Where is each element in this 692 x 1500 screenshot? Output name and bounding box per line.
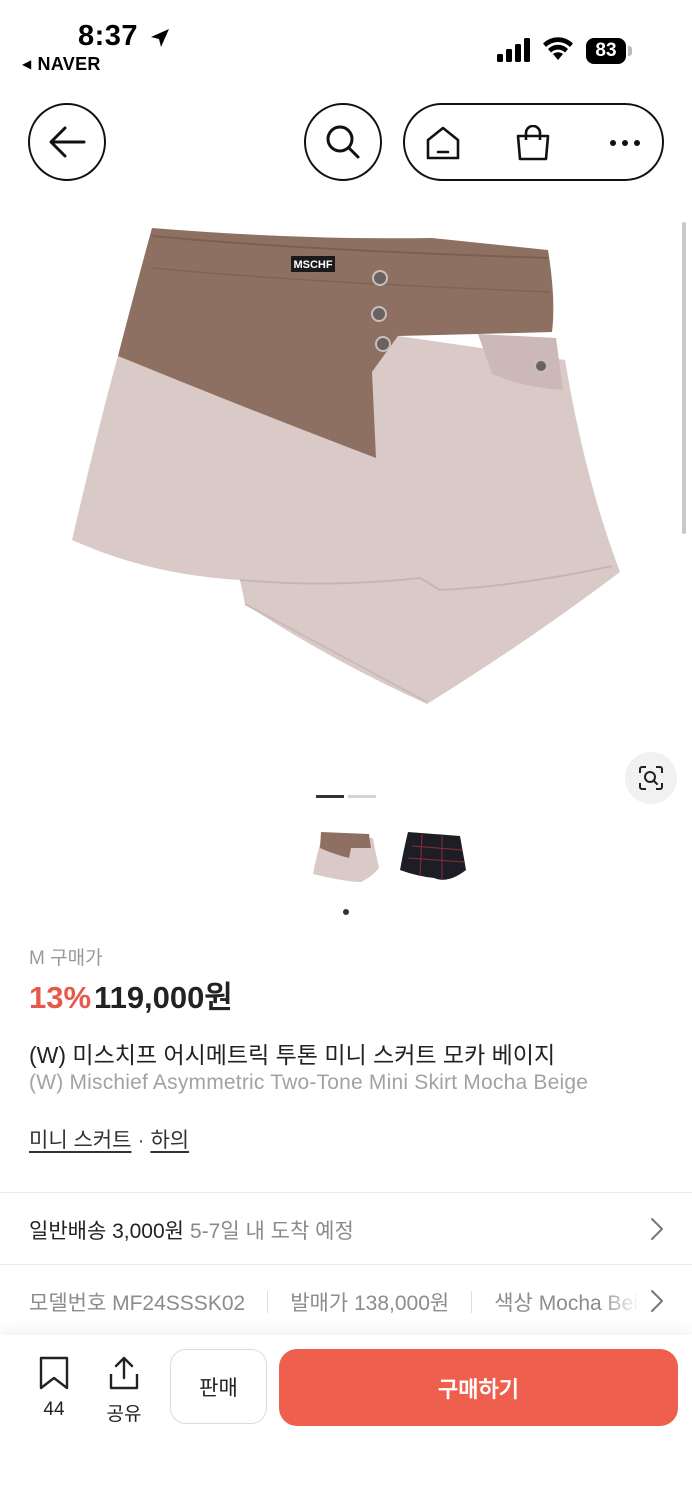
back-button[interactable] bbox=[28, 103, 106, 181]
image-pager-inactive bbox=[348, 795, 376, 798]
chevron-right-icon[interactable] bbox=[650, 1289, 664, 1313]
visual-search-button[interactable] bbox=[625, 752, 677, 804]
back-triangle-icon: ◀ bbox=[22, 57, 32, 71]
brand-tag-text: MSCHF bbox=[293, 259, 332, 271]
share-button[interactable]: 공유 bbox=[96, 1356, 152, 1426]
back-arrow-icon bbox=[49, 126, 86, 158]
home-icon bbox=[426, 126, 460, 160]
wishlist-count: 44 bbox=[43, 1399, 65, 1420]
thumbnail-pager-dot bbox=[343, 909, 349, 915]
category-link-bottoms[interactable]: 하의 bbox=[150, 1129, 189, 1152]
spec-model-number: 모델번호 MF24SSSK02 bbox=[29, 1292, 246, 1315]
product-title-ko: (W) 미스치프 어시메트릭 투톤 미니 스커트 모카 베이지 bbox=[29, 1042, 556, 1068]
bookmark-icon bbox=[39, 1356, 69, 1390]
price-row: 13%119,000원 bbox=[29, 972, 233, 1017]
buy-button[interactable]: 구매하기 bbox=[279, 1349, 678, 1426]
category-separator: · bbox=[137, 1129, 145, 1152]
battery-tip bbox=[628, 46, 632, 56]
price: 119,000원 bbox=[94, 980, 233, 1015]
category-link-mini-skirt[interactable]: 미니 스커트 bbox=[29, 1129, 131, 1152]
divider bbox=[0, 1264, 692, 1265]
spec-fade bbox=[600, 1282, 640, 1318]
more-button[interactable] bbox=[605, 123, 645, 163]
back-app-label: NAVER bbox=[37, 54, 101, 74]
status-time: 8:37 bbox=[78, 20, 139, 52]
back-to-app-link[interactable]: ◀ NAVER bbox=[22, 54, 101, 75]
share-icon bbox=[109, 1356, 139, 1390]
thumbnail-mocha-beige[interactable] bbox=[311, 828, 381, 884]
cellular-signal-icon bbox=[497, 38, 530, 62]
share-label: 공유 bbox=[106, 1404, 142, 1425]
category-breadcrumb: 미니 스커트 · 하의 bbox=[29, 1124, 189, 1154]
shipping-row[interactable]: 일반배송 3,000원 5-7일 내 도착 예정 bbox=[29, 1215, 354, 1245]
product-image[interactable]: MSCHF bbox=[0, 210, 692, 770]
shipping-eta: 5-7일 내 도착 예정 bbox=[190, 1220, 354, 1243]
home-button[interactable] bbox=[423, 123, 463, 163]
product-title-en: (W) Mischief Asymmetric Two-Tone Mini Sk… bbox=[29, 1071, 589, 1094]
sell-button[interactable]: 판매 bbox=[170, 1349, 267, 1424]
spec-divider bbox=[267, 1291, 269, 1314]
scroll-indicator bbox=[682, 222, 686, 534]
wishlist-button[interactable]: 44 bbox=[26, 1356, 82, 1421]
status-bar: 8:37 ◀ NAVER 83 bbox=[0, 0, 692, 90]
size-price-label: M 구매가 bbox=[29, 948, 103, 969]
spec-release-price: 발매가 138,000원 bbox=[290, 1292, 450, 1315]
chevron-right-icon bbox=[651, 1218, 663, 1240]
search-button[interactable] bbox=[304, 103, 382, 181]
more-icon bbox=[610, 140, 640, 146]
image-pager-active bbox=[316, 795, 344, 798]
spec-divider bbox=[471, 1291, 473, 1314]
wifi-icon bbox=[543, 37, 573, 60]
shopping-bag-icon bbox=[516, 125, 550, 161]
shipping-fee: 일반배송 3,000원 bbox=[29, 1220, 184, 1243]
search-icon bbox=[326, 125, 360, 159]
shopping-bag-button[interactable] bbox=[513, 123, 553, 163]
divider bbox=[0, 1192, 692, 1193]
location-arrow-icon bbox=[151, 29, 169, 47]
discount-rate: 13% bbox=[29, 980, 92, 1015]
spec-row[interactable]: 모델번호 MF24SSSK02발매가 138,000원색상 Mocha Beig… bbox=[29, 1287, 639, 1315]
nav-action-group bbox=[403, 103, 664, 181]
thumbnail-black-plaid[interactable] bbox=[398, 828, 468, 884]
lens-icon bbox=[639, 766, 663, 790]
battery-indicator: 83 bbox=[586, 38, 626, 64]
